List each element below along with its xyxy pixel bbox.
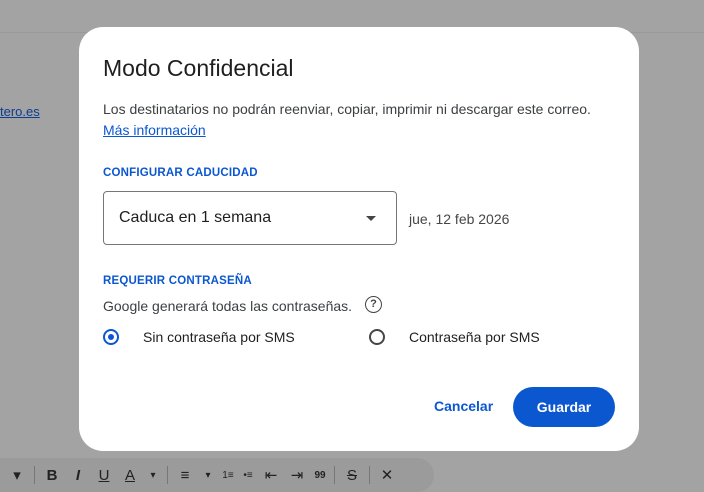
underline-icon: U (98, 466, 110, 484)
toolbar-separator (369, 466, 370, 484)
toolbar-separator (34, 466, 35, 484)
more-info-link[interactable]: Más información (103, 122, 206, 138)
dialog-description: Los destinatarios no podrán reenviar, co… (103, 101, 591, 117)
radio-option-sms[interactable]: Contraseña por SMS (369, 329, 540, 345)
help-icon[interactable]: ? (365, 296, 382, 313)
radio-option-no-sms[interactable]: Sin contraseña por SMS (103, 329, 295, 345)
toolbar-more-icon: ▾ (13, 467, 21, 484)
formatting-toolbar: ▾ B I U A ▾ ≡ ▾ 1≡ •≡ ⇤ ⇥ 99 S ✕ (0, 458, 434, 492)
radio-label-sms: Contraseña por SMS (409, 329, 540, 345)
italic-icon: I (75, 466, 81, 484)
remove-formatting-icon: ✕ (380, 467, 394, 484)
expiry-section-heading: CONFIGURAR CADUCIDAD (103, 167, 258, 179)
expiry-date: jue, 12 feb 2026 (409, 211, 510, 227)
save-button[interactable]: Guardar (513, 387, 615, 427)
numbered-list-icon: 1≡ (222, 469, 234, 481)
bold-icon: B (46, 466, 58, 484)
text-color-dropdown-icon: ▾ (150, 469, 156, 481)
strikethrough-icon: S (346, 466, 357, 484)
password-section-heading: REQUERIR CONTRASEÑA (103, 275, 252, 287)
password-note: Google generará todas las contraseñas. (103, 298, 353, 314)
radio-button-selected[interactable] (103, 329, 119, 345)
bulleted-list-icon: •≡ (243, 469, 253, 481)
expiry-select[interactable]: Caduca en 1 semana (103, 191, 397, 245)
quote-icon: 99 (314, 469, 326, 481)
radio-label-no-sms: Sin contraseña por SMS (143, 329, 295, 345)
expiry-select-value: Caduca en 1 semana (119, 209, 272, 226)
text-color-icon: A (124, 466, 135, 484)
align-icon: ≡ (180, 466, 190, 484)
background-email-link: tero.es (0, 104, 40, 119)
confidential-mode-dialog: Modo Confidencial Los destinatarios no p… (79, 27, 639, 451)
indent-more-icon: ⇥ (290, 467, 304, 484)
indent-less-icon: ⇤ (264, 467, 278, 484)
cancel-button[interactable]: Cancelar (424, 391, 503, 421)
dialog-title: Modo Confidencial (103, 55, 294, 81)
chevron-down-icon (366, 216, 376, 221)
align-dropdown-icon: ▾ (205, 469, 211, 481)
toolbar-separator (167, 466, 168, 484)
toolbar-separator (334, 466, 335, 484)
radio-button[interactable] (369, 329, 385, 345)
